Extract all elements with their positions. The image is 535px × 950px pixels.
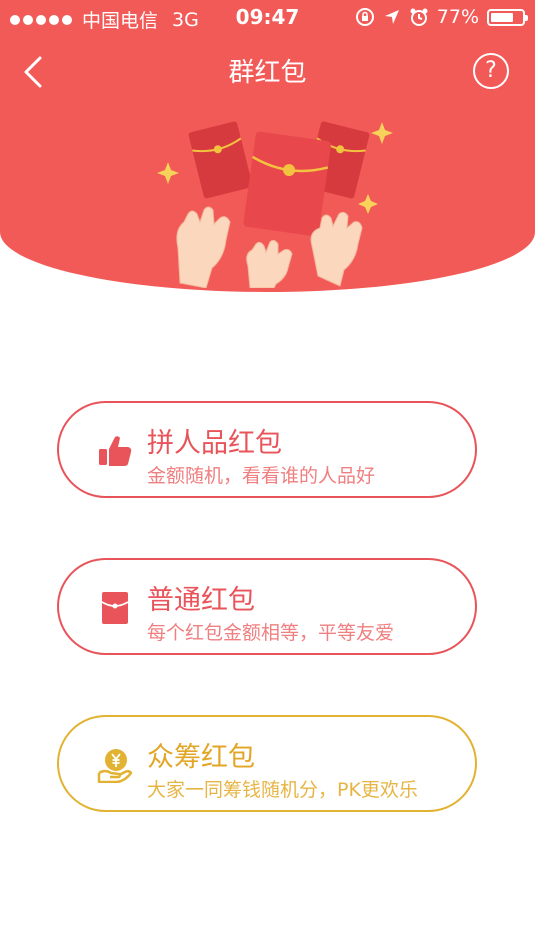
- option-crowdfund-red-packet[interactable]: 众筹红包 大家一同筹钱随机分，PK更欢乐: [57, 715, 477, 812]
- battery-icon: [487, 8, 528, 26]
- page-title: 群红包: [228, 58, 307, 88]
- rotation-lock-icon: [355, 8, 374, 26]
- option-title: 众筹红包: [147, 742, 255, 773]
- option-title: 拼人品红包: [147, 428, 282, 459]
- thumbs-up-icon: [99, 436, 132, 466]
- yuan-coin-hand-icon: [97, 749, 133, 783]
- option-title: 普通红包: [147, 585, 255, 616]
- option-description: 金额随机，看看谁的人品好: [147, 465, 376, 487]
- option-description: 大家一同筹钱随机分，PK更欢乐: [147, 779, 418, 801]
- help-button[interactable]: ?: [473, 53, 509, 89]
- red-envelopes-illustration: [157, 121, 393, 288]
- option-normal-red-packet[interactable]: 普通红包 每个红包金额相等，平等友爱: [57, 558, 477, 655]
- status-bar: 中国电信 3G 09:47 77%: [0, 0, 535, 36]
- option-lucky-red-packet[interactable]: 拼人品红包 金额随机，看看谁的人品好: [57, 401, 477, 498]
- header-banner: 中国电信 3G 09:47 77% 群红包 ?: [0, 0, 535, 292]
- alarm-clock-icon: [410, 8, 428, 26]
- battery-percent: 77%: [436, 6, 479, 28]
- red-envelope-icon: [101, 592, 129, 624]
- location-arrow-icon: [384, 10, 399, 24]
- option-description: 每个红包金额相等，平等友爱: [147, 622, 395, 644]
